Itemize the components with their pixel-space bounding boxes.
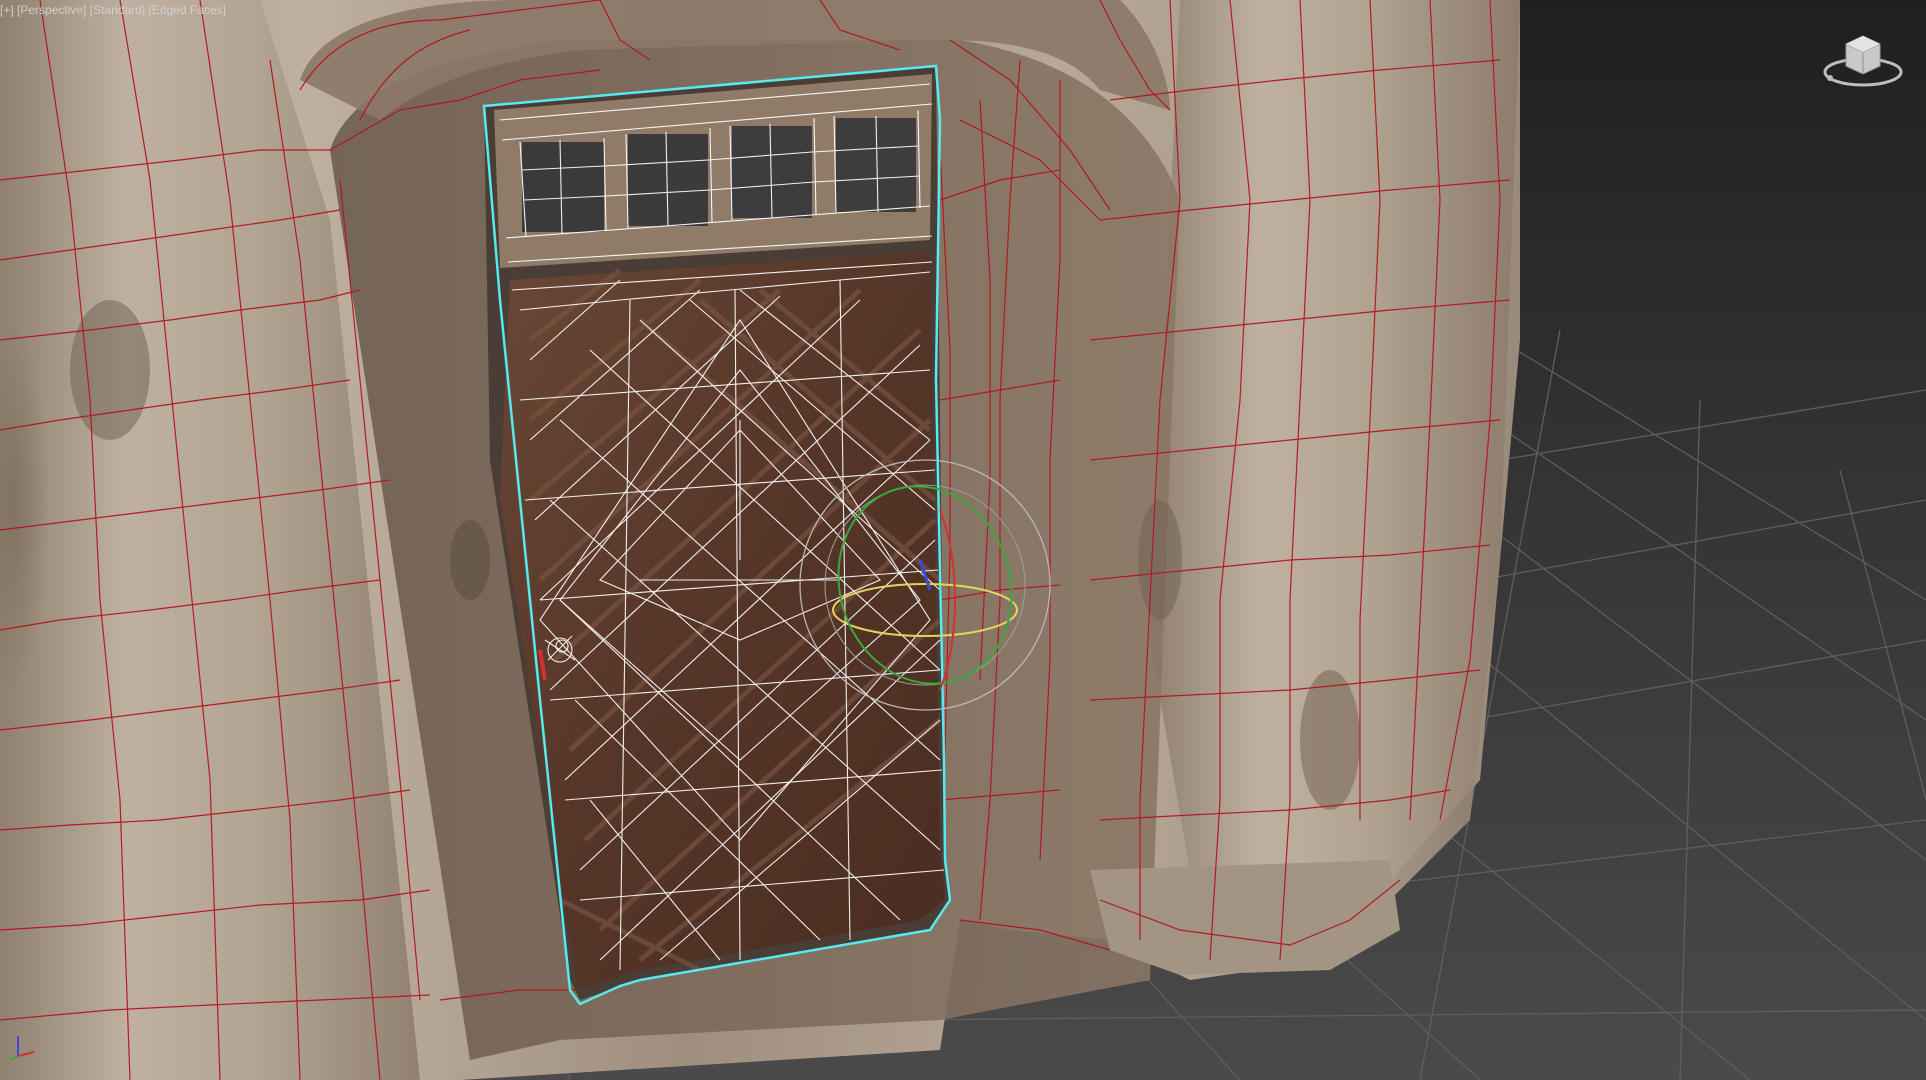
- door-mesh[interactable]: [484, 66, 950, 1000]
- perspective-viewport[interactable]: [+] [Perspective] [Standard] [Edged Face…: [0, 0, 1926, 1080]
- display-mode-menu[interactable]: [Edged Faces]: [148, 3, 225, 17]
- shading-preset-menu[interactable]: [Standard]: [90, 3, 145, 17]
- scene-canvas[interactable]: [0, 0, 1926, 1080]
- axis-tripod-icon: [9, 1036, 35, 1061]
- view-mode-menu[interactable]: [Perspective]: [17, 3, 86, 17]
- viewport-label: [+] [Perspective] [Standard] [Edged Face…: [0, 2, 226, 18]
- viewcube-icon[interactable]: [1818, 26, 1908, 96]
- viewport-menu-button[interactable]: [+]: [0, 3, 14, 17]
